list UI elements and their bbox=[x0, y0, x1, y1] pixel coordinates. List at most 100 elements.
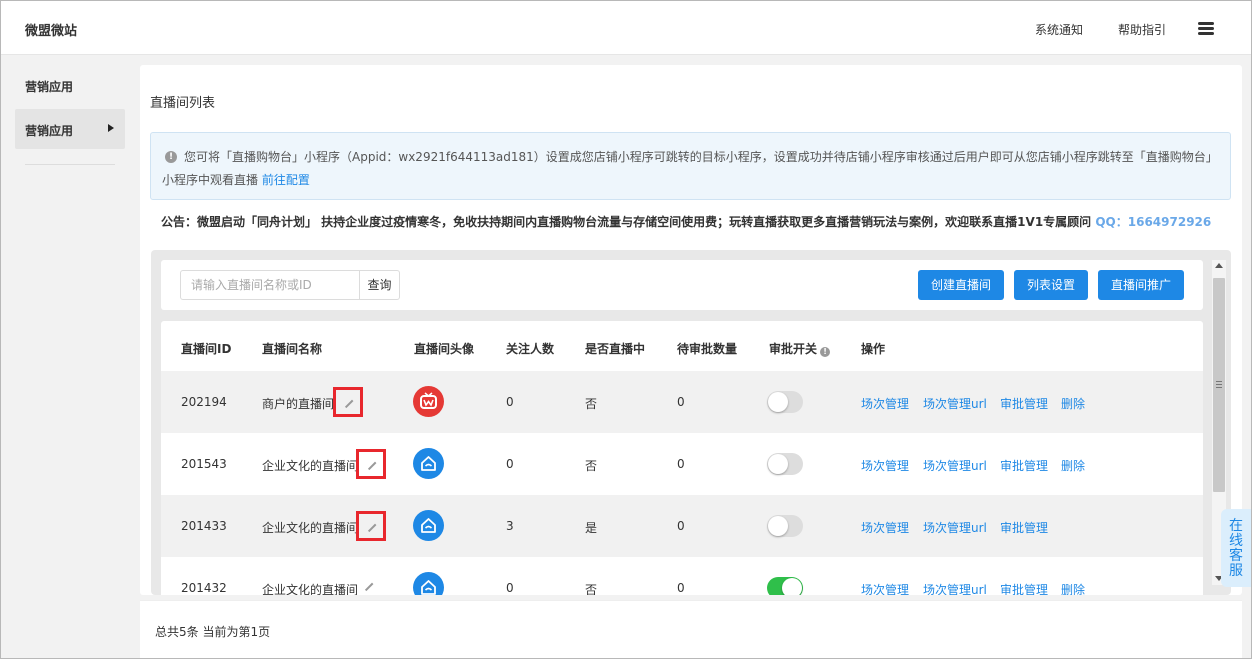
approval-manage-link[interactable]: 审批管理 bbox=[1000, 519, 1048, 536]
table-row: 201433 企业文化的直播间 3 是 0 场次管理 场次管理url 审批管理 bbox=[161, 495, 1203, 557]
session-manage-url-link[interactable]: 场次管理url bbox=[923, 519, 987, 536]
session-manage-url-link[interactable]: 场次管理url bbox=[923, 395, 987, 412]
sidebar-item-label: 营销应用 bbox=[25, 124, 74, 138]
app-window: 微盟微站 系统通知 帮助指引 营销应用 营销应用 直播间列表 ! 您可将「直播购… bbox=[0, 0, 1252, 659]
session-manage-url-link[interactable]: 场次管理url bbox=[923, 581, 987, 595]
list-toolbar: 查询 创建直播间 列表设置 直播间推广 bbox=[161, 260, 1203, 310]
column-header-live: 是否直播中 bbox=[585, 342, 646, 356]
edit-name-icon[interactable] bbox=[356, 449, 386, 479]
is-live: 是 bbox=[585, 521, 598, 535]
announcement: 公告：微盟启动「同舟计划」 扶持企业度过疫情寒冬，免收扶持期间内直播购物台流量与… bbox=[161, 213, 1211, 230]
is-live: 否 bbox=[585, 583, 598, 595]
grip-icon bbox=[1216, 381, 1222, 388]
pending-count: 0 bbox=[677, 581, 685, 595]
column-header-id: 直播间ID bbox=[181, 342, 232, 356]
live-room-table: 直播间ID 直播间名称 直播间头像 关注人数 是否直播中 待审批数量 审批开关!… bbox=[161, 321, 1203, 595]
pending-count: 0 bbox=[677, 519, 685, 533]
column-header-followers: 关注人数 bbox=[506, 342, 555, 356]
column-header-actions: 操作 bbox=[861, 342, 886, 356]
search-button[interactable]: 查询 bbox=[359, 270, 400, 300]
scroll-up-arrow-icon[interactable] bbox=[1215, 263, 1223, 268]
house-logo-icon bbox=[421, 580, 436, 595]
list-settings-button[interactable]: 列表设置 bbox=[1014, 270, 1088, 300]
session-manage-url-link[interactable]: 场次管理url bbox=[923, 457, 987, 474]
room-avatar bbox=[413, 572, 444, 595]
column-header-pending: 待审批数量 bbox=[677, 342, 738, 356]
room-name: 商户的直播间 bbox=[262, 397, 335, 411]
room-avatar bbox=[413, 510, 444, 541]
approval-manage-link[interactable]: 审批管理 bbox=[1000, 457, 1048, 474]
delete-link[interactable]: 删除 bbox=[1061, 395, 1085, 412]
approval-manage-link[interactable]: 审批管理 bbox=[1000, 581, 1048, 595]
announcement-text: 公告：微盟启动「同舟计划」 扶持企业度过疫情寒冬，免收扶持期间内直播购物台流量与… bbox=[161, 215, 1096, 229]
info-notice: ! 您可将「直播购物台」小程序（Appid：wx2921f644113ad181… bbox=[150, 132, 1231, 200]
approval-toggle[interactable] bbox=[767, 515, 803, 537]
table-row: 201432 企业文化的直播间 0 否 0 场次管理 场次管理url 审批管理 … bbox=[161, 557, 1203, 595]
scroll-thumb[interactable] bbox=[1213, 278, 1225, 492]
follower-count: 3 bbox=[506, 519, 514, 533]
is-live: 否 bbox=[585, 459, 598, 473]
list-area: 查询 创建直播间 列表设置 直播间推广 直播间ID 直播间名称 直播间头像 关注… bbox=[151, 250, 1231, 595]
delete-link[interactable]: 删除 bbox=[1061, 457, 1085, 474]
room-name: 企业文化的直播间 bbox=[262, 521, 359, 535]
edit-name-icon[interactable] bbox=[333, 387, 363, 417]
notice-text-continued: 小程序中观看直播 前往配置 bbox=[162, 171, 310, 188]
info-icon: ! bbox=[165, 151, 177, 163]
is-live: 否 bbox=[585, 397, 598, 411]
online-service-tab[interactable]: 在线客服 bbox=[1221, 509, 1251, 587]
hamburger-menu-icon[interactable] bbox=[1198, 22, 1214, 36]
room-id: 201433 bbox=[181, 519, 227, 533]
announcement-qq: QQ：1664972926 bbox=[1095, 215, 1212, 229]
room-name: 企业文化的直播间 bbox=[262, 459, 359, 473]
notice-text-prefix: 小程序中观看直播 bbox=[162, 173, 259, 187]
room-avatar bbox=[413, 386, 444, 417]
system-notice-link[interactable]: 系统通知 bbox=[1035, 21, 1083, 38]
brand-name: 微盟微站 bbox=[25, 24, 78, 39]
sidebar-divider bbox=[25, 164, 115, 165]
house-logo-icon bbox=[421, 456, 436, 471]
pagination-summary: 总共5条 当前为第1页 bbox=[155, 625, 271, 639]
pagination-footer: 总共5条 当前为第1页 bbox=[140, 600, 1242, 658]
sidebar-group-label: 营销应用 bbox=[25, 80, 74, 94]
session-manage-link[interactable]: 场次管理 bbox=[861, 581, 909, 595]
info-icon[interactable]: ! bbox=[820, 347, 831, 357]
follower-count: 0 bbox=[506, 581, 514, 595]
pending-count: 0 bbox=[677, 457, 685, 471]
edit-name-icon[interactable] bbox=[356, 573, 386, 595]
session-manage-link[interactable]: 场次管理 bbox=[861, 395, 909, 412]
configure-link[interactable]: 前往配置 bbox=[262, 173, 310, 187]
column-header-name: 直播间名称 bbox=[262, 342, 323, 356]
table-row: 202194 商户的直播间 0 否 0 场次管理 场次管理url 审批管理 删除 bbox=[161, 371, 1203, 433]
page-title: 直播间列表 bbox=[150, 96, 216, 111]
online-service-label: 在线客服 bbox=[1229, 518, 1243, 579]
help-guide-link[interactable]: 帮助指引 bbox=[1118, 21, 1166, 38]
column-header-approval: 审批开关! bbox=[769, 340, 831, 357]
edit-name-icon[interactable] bbox=[356, 511, 386, 541]
house-logo-icon bbox=[421, 518, 436, 533]
approval-toggle[interactable] bbox=[767, 391, 803, 413]
sidebar: 营销应用 营销应用 bbox=[1, 56, 139, 658]
search-input[interactable] bbox=[180, 270, 360, 300]
pending-count: 0 bbox=[677, 395, 685, 409]
approval-toggle[interactable] bbox=[767, 577, 803, 595]
room-id: 202194 bbox=[181, 395, 227, 409]
delete-link[interactable]: 删除 bbox=[1061, 581, 1085, 595]
promote-live-room-button[interactable]: 直播间推广 bbox=[1098, 270, 1184, 300]
create-live-room-button[interactable]: 创建直播间 bbox=[918, 270, 1004, 300]
main-panel: 直播间列表 ! 您可将「直播购物台」小程序（Appid：wx2921f64411… bbox=[140, 65, 1242, 595]
notice-text: 您可将「直播购物台」小程序（Appid：wx2921f644113ad181）设… bbox=[184, 150, 1218, 164]
approval-manage-link[interactable]: 审批管理 bbox=[1000, 395, 1048, 412]
table-row: 201543 企业文化的直播间 0 否 0 场次管理 场次管理url 审批管理 … bbox=[161, 433, 1203, 495]
caret-right-icon bbox=[108, 124, 114, 132]
room-id: 201432 bbox=[181, 581, 227, 595]
session-manage-link[interactable]: 场次管理 bbox=[861, 457, 909, 474]
top-bar: 微盟微站 系统通知 帮助指引 bbox=[1, 1, 1251, 55]
follower-count: 0 bbox=[506, 395, 514, 409]
room-id: 201543 bbox=[181, 457, 227, 471]
approval-toggle[interactable] bbox=[767, 453, 803, 475]
sidebar-item-marketing[interactable]: 营销应用 bbox=[15, 109, 125, 149]
tv-logo-icon bbox=[420, 392, 437, 409]
follower-count: 0 bbox=[506, 457, 514, 471]
session-manage-link[interactable]: 场次管理 bbox=[861, 519, 909, 536]
column-header-avatar: 直播间头像 bbox=[414, 342, 475, 356]
